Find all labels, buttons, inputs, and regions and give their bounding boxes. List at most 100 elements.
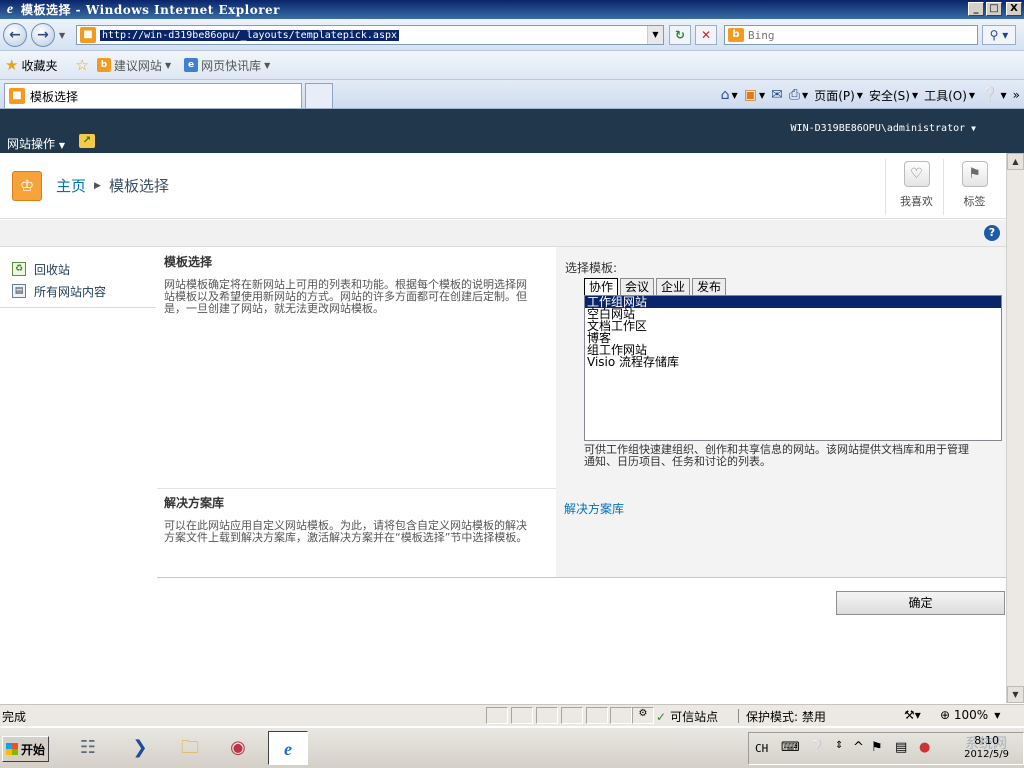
paint-icon[interactable]: ◉ (218, 731, 258, 765)
template-description: 可供工作组快速建组织、创作和共享信息的网站。该网站提供文档库和用于管理通知、日历… (584, 443, 969, 468)
web-slices-button[interactable]: e 网页快讯库 ▼ (184, 57, 270, 74)
tab-bar: ■ 模板选择 ⌂ ▼ ▣ ▼ ✉ ⎙ ▼ 页面(P) ▼ 安全(S) ▼ 工具(O) ▼ ❔… (0, 80, 1024, 109)
web-slices-icon: e (184, 58, 199, 72)
template-category-tabs: 协作 会议 企业 发布 (584, 278, 998, 295)
security-zone[interactable]: ✓ 可信站点 (656, 708, 718, 725)
network-icon[interactable]: ▤ (895, 740, 907, 755)
template-listbox[interactable]: 工作组网站 空白网站 文档工作区 博客 组工作网站 Visio 流程存储库 (584, 295, 1002, 441)
breadcrumb-arrow-icon: ▶ (94, 180, 101, 191)
show-hidden-icons-icon[interactable]: ^ (853, 740, 864, 755)
mail-button[interactable]: ✉ (771, 87, 783, 103)
user-name: WIN-D319BE86OPU\administrator (790, 123, 966, 134)
feeds-button[interactable]: ▣ ▼ (744, 87, 765, 103)
print-button[interactable]: ⎙ ▼ (789, 87, 808, 103)
minimize-button[interactable]: _ (968, 2, 984, 16)
select-template-label: 选择模板: (565, 261, 618, 275)
back-button[interactable]: ← (3, 23, 27, 47)
breadcrumb-home-link[interactable]: 主页 (56, 175, 86, 196)
suggested-sites-label: 建议网站 (113, 58, 162, 73)
suggested-sites-button[interactable]: b 建议网站 ▼ (96, 57, 172, 74)
tab-meetings[interactable]: 会议 (620, 278, 655, 295)
chevron-down-icon: ▼ (994, 710, 1001, 720)
site-actions-menu[interactable]: 网站操作 ▼ (7, 135, 65, 152)
maximize-button[interactable]: □ (986, 2, 1002, 16)
address-input[interactable]: ■ http://win-d319be86opu/_layouts/templa… (76, 25, 664, 45)
forward-button[interactable]: → (31, 23, 55, 47)
navigate-up-icon[interactable]: ↗ (79, 134, 95, 148)
keyboard-icon[interactable]: ⌨ (781, 740, 800, 755)
search-input[interactable]: b Bing (724, 25, 978, 45)
nav-item-all-site-content[interactable]: ▤ 所有网站内容 (0, 280, 156, 302)
volume-muted-icon[interactable]: ● (919, 740, 930, 755)
template-option-blog[interactable]: 博客 (585, 332, 1001, 344)
solution-gallery-link[interactable]: 解决方案库 (564, 500, 998, 517)
privacy-icon[interactable]: ⚙ (632, 707, 654, 724)
help-row: ? (0, 220, 1006, 247)
chevron-down-icon: ▼ (971, 124, 976, 133)
help-tray-icon[interactable]: ❔ (809, 740, 825, 755)
clock-date[interactable]: 2012/5/9 (964, 749, 1009, 760)
ie-logo-icon: e (6, 1, 14, 17)
more-commands-button[interactable]: » (1013, 88, 1020, 102)
vertical-scrollbar[interactable]: ▲ ▼ (1006, 153, 1024, 703)
help-icon[interactable]: ? (984, 225, 1000, 241)
tools-menu[interactable]: 工具(O) ▼ (924, 87, 975, 104)
stop-button[interactable]: ✕ (695, 25, 717, 45)
explorer-folder-icon[interactable]: 🗀 (170, 731, 210, 765)
solution-section-controls: 解决方案库 (556, 488, 1006, 577)
new-tab-button[interactable] (305, 83, 333, 108)
action-center-flag-icon[interactable]: ⚑ (871, 740, 883, 755)
status-segment (536, 707, 558, 724)
zoom-control[interactable]: ⊕ 100% ▼ (940, 708, 1000, 722)
nav-item-recycle-bin[interactable]: ♻ 回收站 (0, 258, 156, 280)
recent-pages-dropdown[interactable]: ▼ (59, 31, 65, 40)
template-option-blank-site[interactable]: 空白网站 (585, 308, 1001, 320)
template-option-team-site[interactable]: 工作组网站 (585, 296, 1001, 308)
clock-time[interactable]: 8:10 (974, 734, 999, 747)
template-option-visio-process-repository[interactable]: Visio 流程存储库 (585, 356, 1001, 368)
server-manager-icon[interactable]: ☷ (68, 731, 108, 765)
command-bar: ⌂ ▼ ▣ ▼ ✉ ⎙ ▼ 页面(P) ▼ 安全(S) ▼ 工具(O) ▼ ❔ ▼ » (721, 84, 1020, 106)
safety-menu[interactable]: 安全(S) ▼ (869, 87, 918, 104)
page-menu[interactable]: 页面(P) ▼ (814, 87, 863, 104)
refresh-button[interactable]: ↻ (669, 25, 691, 45)
add-favorite-button[interactable]: ☆ (75, 56, 91, 74)
home-button[interactable]: ⌂ ▼ (721, 87, 738, 103)
help-icon: ❔ (981, 87, 999, 103)
tab-enterprise[interactable]: 企业 (656, 278, 691, 295)
close-button[interactable]: X (1006, 2, 1022, 16)
scroll-up-button[interactable]: ▲ (1007, 153, 1024, 170)
zone-settings-icon[interactable]: ⚒▾ (904, 708, 921, 722)
internet-explorer-taskbar-icon[interactable]: e (268, 731, 308, 765)
i-like-it-button[interactable]: ♡ 我喜欢 (885, 159, 947, 215)
start-button[interactable]: 开始 (2, 736, 49, 762)
user-menu[interactable]: WIN-D319BE86OPU\administrator ▼ (791, 123, 976, 134)
window-controls: _ □ X (968, 2, 1022, 16)
system-tray: CH ⌨ ❔ ⇕ ^ ⚑ ▤ ● 系统网 8:10 2012/5/9 (748, 732, 1024, 765)
tray-options-icon[interactable]: ⇕ (835, 740, 843, 751)
tab-publishing[interactable]: 发布 (692, 278, 727, 295)
site-logo-icon[interactable]: ♔ (12, 171, 42, 201)
address-url[interactable]: http://win-d319be86opu/_layouts/template… (100, 29, 400, 41)
search-button[interactable]: ⚲ ▾ (982, 25, 1016, 45)
favorites-button[interactable]: ★ 收藏夹 (5, 56, 57, 74)
template-option-document-workspace[interactable]: 文档工作区 (585, 320, 1001, 332)
help-menu[interactable]: ❔ ▼ (981, 87, 1007, 103)
chevron-down-icon: ▼ (164, 60, 172, 70)
page-content: ♔ 主页 ▶ 模板选择 ♡ 我喜欢 ⚑ 标签 ? ♻ 回收站 ▤ 所有网站内容 … (0, 153, 1006, 703)
scroll-down-button[interactable]: ▼ (1007, 686, 1024, 703)
status-segment (586, 707, 608, 724)
ok-button[interactable]: 确定 (836, 591, 1005, 615)
tags-notes-button[interactable]: ⚑ 标签 (943, 159, 1005, 215)
checkmark-icon: ✓ (656, 709, 667, 724)
tab-current[interactable]: ■ 模板选择 (4, 83, 302, 108)
input-language[interactable]: CH (755, 742, 768, 755)
recycle-bin-icon: ♻ (12, 262, 26, 276)
status-segment (561, 707, 583, 724)
zoom-level: 100% (953, 708, 989, 722)
tab-collaboration[interactable]: 协作 (584, 278, 619, 295)
zoom-icon: ⊕ (940, 708, 954, 722)
quick-launch: ♻ 回收站 ▤ 所有网站内容 (0, 252, 156, 308)
powershell-icon[interactable]: ❯ (120, 731, 160, 765)
address-dropdown-button[interactable]: ▼ (647, 26, 663, 44)
